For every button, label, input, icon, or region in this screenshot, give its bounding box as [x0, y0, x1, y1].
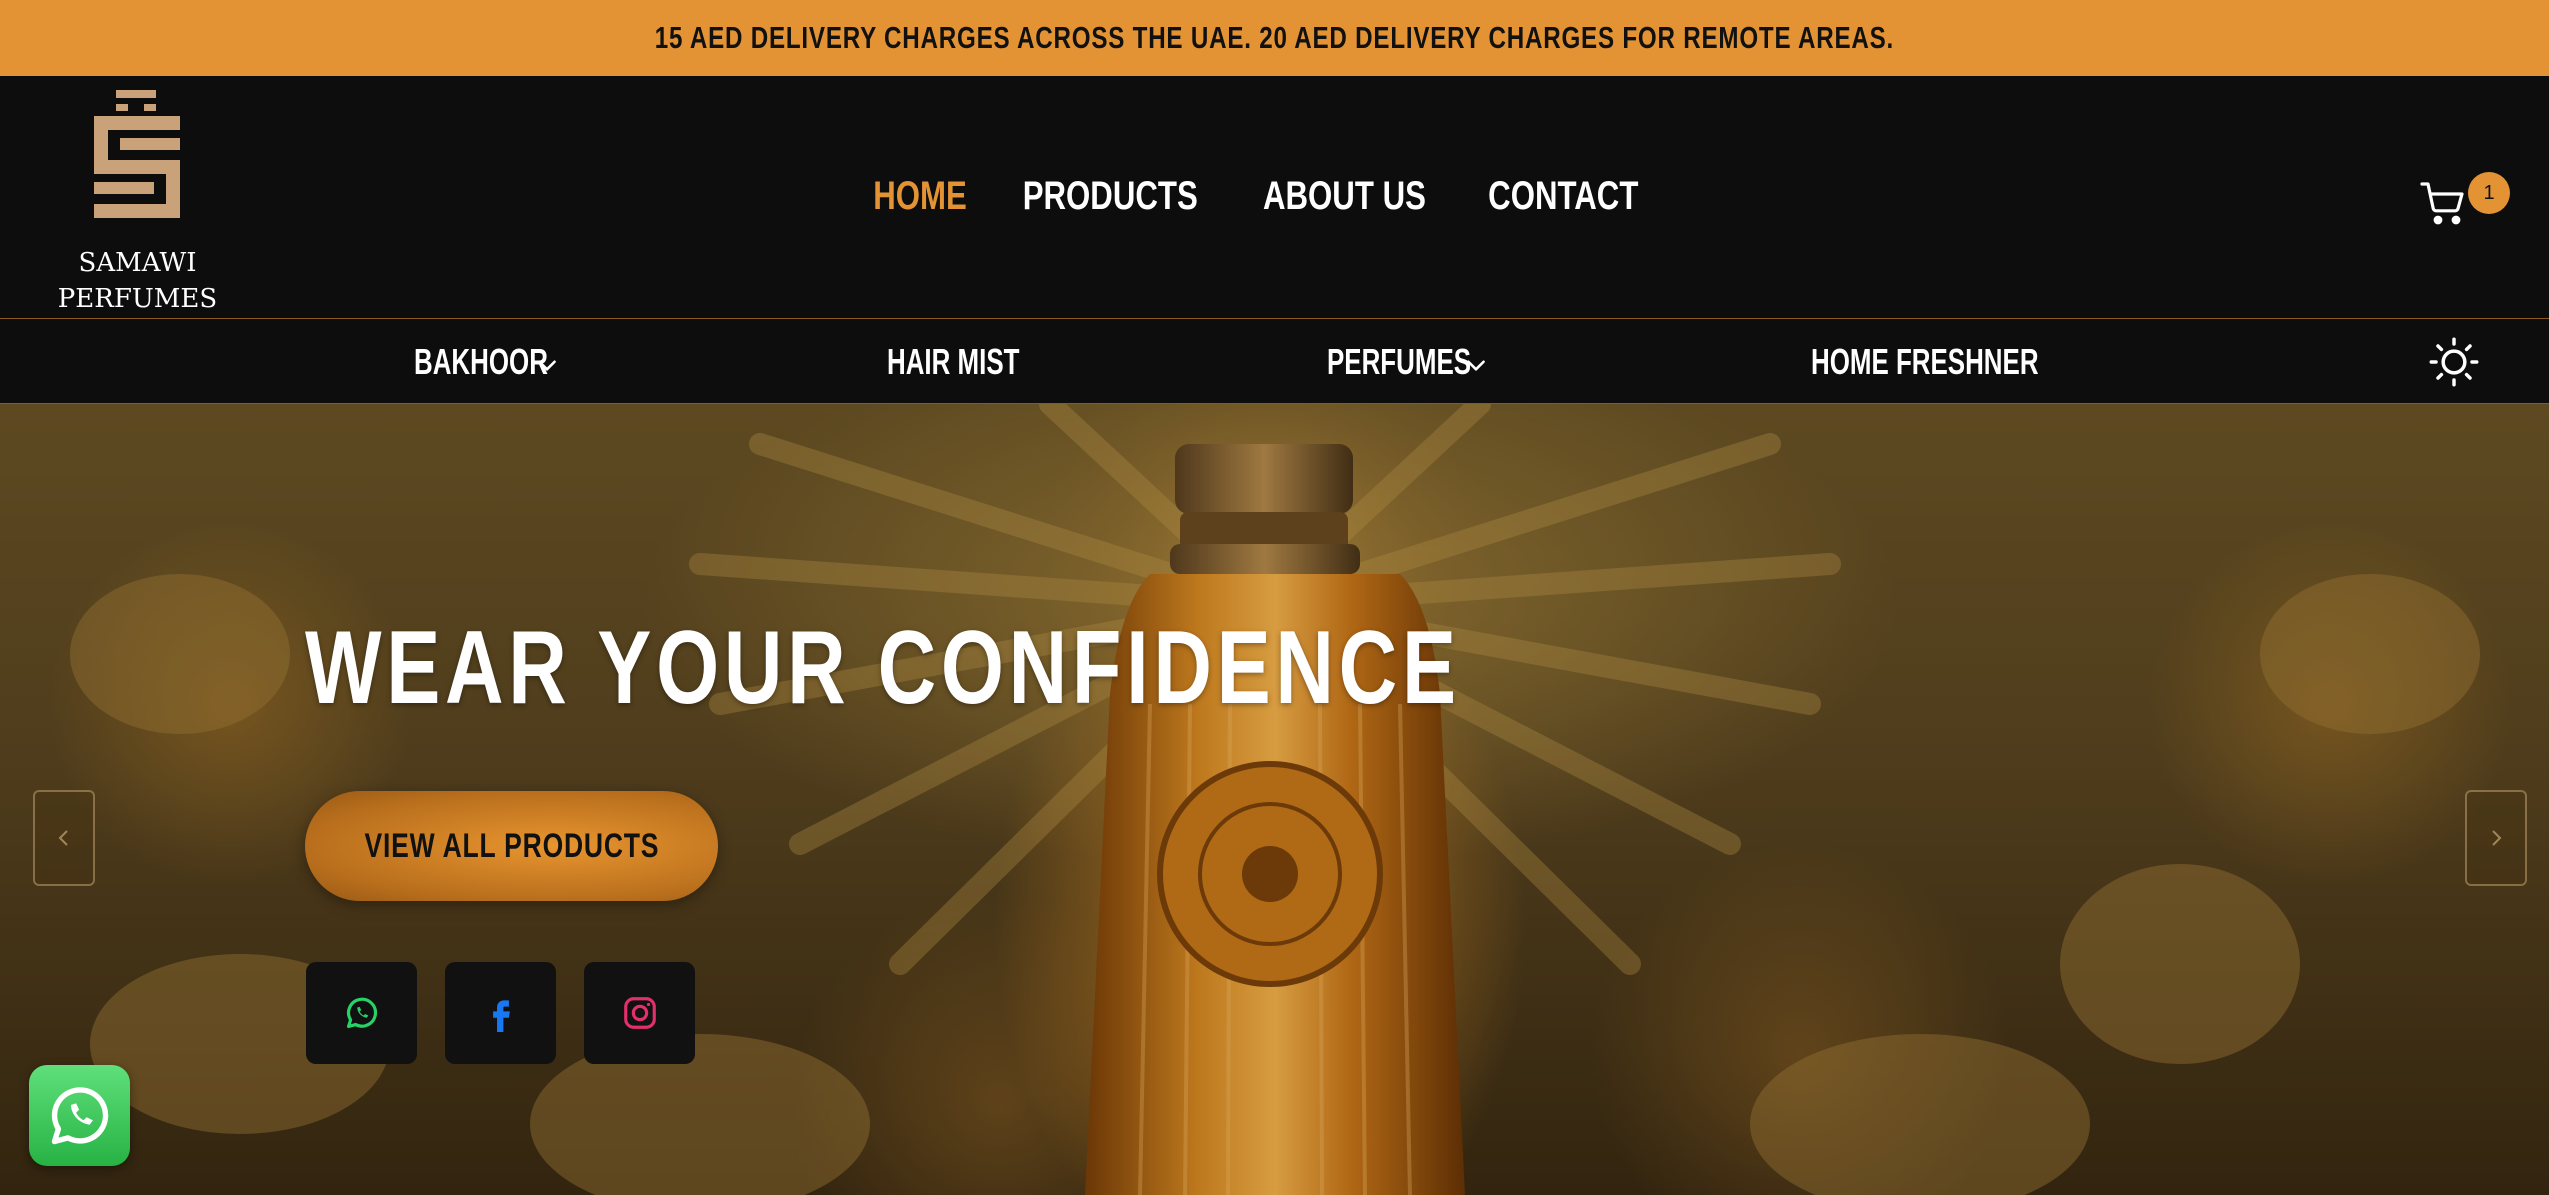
cart-icon	[2420, 182, 2464, 225]
category-label: BAKHOOR	[414, 341, 548, 382]
view-all-products-button[interactable]: VIEW ALL PRODUCTS	[305, 791, 718, 901]
brand-name: SAMAWI PERFUMES	[55, 245, 220, 317]
category-home-freshner[interactable]: HOME FRESHNER	[1811, 338, 2127, 386]
cart-count-badge: 1	[2468, 172, 2510, 214]
category-label: PERFUMES	[1327, 341, 1472, 382]
brand-line1: SAMAWI	[78, 248, 197, 278]
theme-toggle-button[interactable]	[2428, 336, 2480, 388]
hero-title: WEAR YOUR CONFIDENCE	[305, 610, 1461, 726]
carousel-prev-button[interactable]	[33, 790, 95, 886]
chevron-down-icon	[1467, 360, 1485, 371]
cta-label: VIEW ALL PRODUCTS	[364, 826, 659, 865]
category-hair-mist[interactable]: HAIR MIST	[887, 338, 1071, 386]
nav-products[interactable]: PRODUCTS	[1022, 174, 1197, 219]
category-label: HAIR MIST	[887, 341, 1020, 382]
floating-whatsapp-button[interactable]	[29, 1065, 130, 1166]
whatsapp-icon	[346, 997, 377, 1029]
announcement-bar: 15 AED DELIVERY CHARGES ACROSS THE UAE. …	[0, 0, 2549, 76]
category-bar: BAKHOOR HAIR MIST PERFUMES HOME FRESHNER	[0, 320, 2549, 404]
chevron-down-icon	[538, 360, 556, 371]
category-perfumes[interactable]: PERFUMES	[1327, 338, 1527, 386]
nav-about-us[interactable]: ABOUT US	[1263, 174, 1426, 219]
social-facebook-button[interactable]	[445, 962, 556, 1064]
sun-icon	[2429, 337, 2479, 387]
social-instagram-button[interactable]	[584, 962, 695, 1064]
brand-line2: PERFUMES	[57, 284, 218, 314]
category-bakhoor[interactable]: BAKHOOR	[414, 338, 600, 386]
instagram-icon	[623, 997, 656, 1029]
carousel-next-button[interactable]	[2465, 790, 2527, 886]
cart-button[interactable]: 1	[2420, 168, 2510, 228]
social-whatsapp-button[interactable]	[306, 962, 417, 1064]
nav-contact[interactable]: CONTACT	[1488, 174, 1638, 219]
nav-home[interactable]: HOME	[873, 174, 967, 219]
whatsapp-icon	[51, 1086, 108, 1144]
site-header: SAMAWI PERFUMES HOME PRODUCTS ABOUT US C…	[0, 76, 2549, 319]
category-label: HOME FRESHNER	[1811, 341, 2039, 382]
facebook-icon	[492, 1000, 510, 1032]
chevron-left-icon	[58, 830, 68, 846]
hero-banner: WEAR YOUR CONFIDENCE VIEW ALL PRODUCTS	[0, 404, 2549, 1195]
announcement-text: 15 AED DELIVERY CHARGES ACROSS THE UAE. …	[654, 20, 1895, 55]
chevron-right-icon	[2492, 830, 2502, 846]
